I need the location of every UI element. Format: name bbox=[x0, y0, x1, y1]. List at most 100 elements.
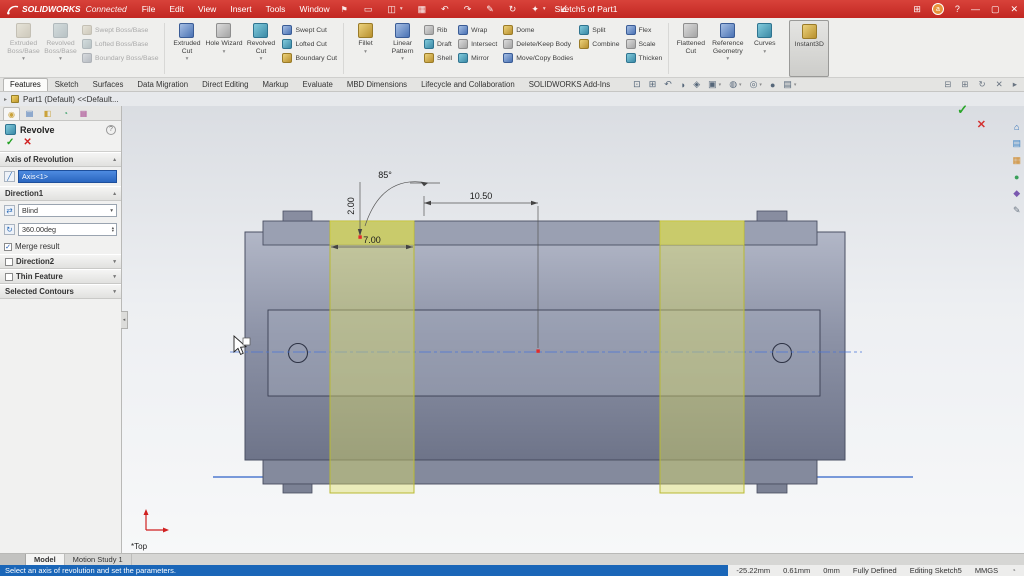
tab-surfaces[interactable]: Surfaces bbox=[86, 78, 131, 91]
instant3d-button[interactable]: Instant3D bbox=[789, 20, 829, 77]
lofted-cut-button[interactable]: Lofted Cut bbox=[279, 39, 340, 49]
reverse-direction-icon[interactable]: ⇄ bbox=[4, 205, 15, 216]
extruded-boss-button[interactable]: Extruded Boss/Base ▾ bbox=[5, 20, 42, 77]
menu-edit[interactable]: Edit bbox=[162, 4, 191, 14]
expand-pane-icon[interactable]: ⊞ bbox=[961, 79, 968, 90]
revolved-boss-button[interactable]: Revolved Boss/Base ▾ bbox=[42, 20, 79, 77]
apply-scene-icon[interactable]: ▤ bbox=[783, 79, 792, 90]
direction2-checkbox[interactable] bbox=[5, 258, 13, 266]
direction2-section[interactable]: Direction2 ▾ bbox=[0, 254, 121, 269]
select-icon[interactable]: ✎ bbox=[486, 4, 494, 15]
dim-height[interactable]: 2.00 bbox=[346, 197, 356, 215]
minimize-button[interactable]: — bbox=[971, 4, 980, 14]
appearances-icon[interactable]: ● bbox=[1014, 172, 1019, 182]
custom-properties-icon[interactable]: ◆ bbox=[1013, 188, 1020, 199]
curves-button[interactable]: Curves ▾ bbox=[746, 20, 783, 77]
dome-button[interactable]: Dome bbox=[500, 25, 576, 35]
tab-direct-editing[interactable]: Direct Editing bbox=[195, 78, 255, 91]
linear-pattern-button[interactable]: Linear Pattern ▾ bbox=[384, 20, 421, 77]
undock-pane-icon[interactable]: ⊟ bbox=[944, 79, 951, 90]
propertymanager-tab[interactable]: ◉ bbox=[3, 107, 20, 120]
options-dropdown-icon[interactable]: ▾ bbox=[543, 6, 546, 12]
split-button[interactable]: Split bbox=[576, 25, 622, 35]
open-icon[interactable]: ▭ bbox=[364, 4, 373, 15]
zoom-fit-icon[interactable]: ⊡ bbox=[633, 79, 641, 90]
shell-button[interactable]: Shell bbox=[421, 53, 455, 63]
draft-button[interactable]: Draft bbox=[421, 39, 455, 49]
rebuild-icon[interactable]: ↻ bbox=[509, 4, 517, 15]
lofted-boss-button[interactable]: Lofted Boss/Base bbox=[79, 39, 161, 49]
breadcrumb-text[interactable]: Part1 (Default) <<Default... bbox=[23, 95, 119, 104]
status-icon[interactable]: ◔ bbox=[1011, 566, 1016, 575]
chevron-up-icon[interactable]: ▴ bbox=[113, 157, 116, 163]
zoom-area-icon[interactable]: ⊞ bbox=[649, 79, 657, 90]
edit-appearance-icon[interactable]: ● bbox=[770, 80, 775, 90]
dimxpertmanager-tab[interactable]: ◔ bbox=[57, 107, 74, 120]
confirm-cancel-icon[interactable]: ✕ bbox=[977, 118, 986, 131]
fillet-button[interactable]: Fillet ▾ bbox=[347, 20, 384, 77]
boundary-cut-button[interactable]: Boundary Cut bbox=[279, 53, 340, 63]
chevron-up-icon[interactable]: ▴ bbox=[113, 191, 116, 197]
thicken-button[interactable]: Thicken bbox=[623, 53, 666, 63]
thin-feature-checkbox[interactable] bbox=[5, 273, 13, 281]
configurationmanager-tab[interactable]: ◧ bbox=[39, 107, 56, 120]
tab-sketch[interactable]: Sketch bbox=[48, 78, 86, 91]
tab-markup[interactable]: Markup bbox=[255, 78, 295, 91]
delete-keep-body-button[interactable]: Delete/Keep Body bbox=[500, 39, 576, 49]
section-view-icon[interactable]: ◑ bbox=[680, 80, 685, 90]
dim-width[interactable]: 7.00 bbox=[363, 235, 381, 245]
graphics-area[interactable]: 10.50 2.00 85° 7.00 ✓ ✕ ⌂ ▤ ▦ ● ◆ bbox=[122, 106, 1024, 553]
scale-button[interactable]: Scale bbox=[623, 39, 666, 49]
menu-file[interactable]: File bbox=[135, 4, 163, 14]
help-icon[interactable]: ? bbox=[955, 4, 960, 14]
refresh-pane-icon[interactable]: ↻ bbox=[978, 79, 985, 90]
undo-icon[interactable]: ↶ bbox=[441, 4, 449, 15]
home-icon[interactable]: ⌂ bbox=[1014, 122, 1019, 132]
displaymanager-tab[interactable]: ▦ bbox=[75, 107, 92, 120]
reference-geometry-button[interactable]: Reference Geometry ▾ bbox=[709, 20, 746, 77]
panel-collapse-handle[interactable]: ◂ bbox=[121, 311, 128, 329]
menu-tools[interactable]: Tools bbox=[259, 4, 293, 14]
breadcrumb-expand-icon[interactable]: ▸ bbox=[4, 96, 7, 103]
tab-features[interactable]: Features bbox=[3, 78, 48, 91]
angle-input[interactable]: 360.00deg ▴▾ bbox=[18, 223, 117, 236]
swept-cut-button[interactable]: Swept Cut bbox=[279, 25, 340, 35]
spinner-arrows[interactable]: ▴▾ bbox=[112, 227, 114, 232]
close-pane-icon[interactable]: ✕ bbox=[996, 79, 1003, 90]
display-style-icon[interactable]: ◍ bbox=[729, 79, 737, 90]
hole-wizard-button[interactable]: Hole Wizard ▾ bbox=[205, 20, 242, 77]
revolved-cut-button[interactable]: Revolved Cut ▾ bbox=[242, 20, 279, 77]
chevron-down-icon[interactable]: ▾ bbox=[113, 289, 116, 295]
maximize-button[interactable]: ▢ bbox=[991, 4, 1000, 15]
options-icon[interactable]: ✦ bbox=[531, 4, 539, 15]
ok-button[interactable]: ✓ bbox=[6, 137, 14, 148]
flattened-cut-button[interactable]: Flattened Cut bbox=[672, 20, 709, 77]
intersect-button[interactable]: Intersect bbox=[455, 39, 500, 49]
annotations-icon[interactable]: ◈ bbox=[693, 79, 700, 90]
tab-lifecycle-collaboration[interactable]: Lifecycle and Collaboration bbox=[414, 78, 522, 91]
pm-help-icon[interactable]: ? bbox=[106, 125, 116, 135]
menu-view[interactable]: View bbox=[191, 4, 223, 14]
confirm-ok-icon[interactable]: ✓ bbox=[957, 102, 968, 118]
mirror-button[interactable]: Mirror bbox=[455, 53, 500, 63]
collapse-pane-icon[interactable]: ▸ bbox=[1013, 79, 1017, 90]
close-button[interactable]: ✕ bbox=[1010, 4, 1018, 15]
tab-solidworks-add-ins[interactable]: SOLIDWORKS Add-Ins bbox=[522, 78, 617, 91]
user-avatar[interactable]: a bbox=[932, 3, 944, 15]
thin-feature-section[interactable]: Thin Feature ▾ bbox=[0, 269, 121, 284]
tab-mbd-dimensions[interactable]: MBD Dimensions bbox=[340, 78, 414, 91]
toolbox-icon[interactable]: ▦ bbox=[1012, 155, 1021, 166]
save-dropdown-icon[interactable]: ▾ bbox=[400, 6, 403, 12]
resources-icon[interactable]: ▤ bbox=[1012, 138, 1021, 149]
menu-window[interactable]: Window bbox=[292, 4, 336, 14]
axis-selection-field[interactable]: Axis<1> bbox=[18, 170, 117, 183]
boundary-boss-button[interactable]: Boundary Boss/Base bbox=[79, 53, 161, 63]
axis-of-revolution-section[interactable]: Axis of Revolution ▴ bbox=[0, 152, 121, 167]
apps-icon[interactable]: ⊞ bbox=[913, 4, 921, 15]
document-icon[interactable]: ✎ bbox=[1013, 205, 1021, 216]
view-orientation-icon[interactable]: ▣ bbox=[708, 79, 717, 90]
rib-button[interactable]: Rib bbox=[421, 25, 455, 35]
print-icon[interactable]: ▦ bbox=[418, 4, 427, 15]
save-icon[interactable]: ◫ bbox=[387, 4, 396, 15]
direction1-section[interactable]: Direction1 ▴ bbox=[0, 186, 121, 201]
